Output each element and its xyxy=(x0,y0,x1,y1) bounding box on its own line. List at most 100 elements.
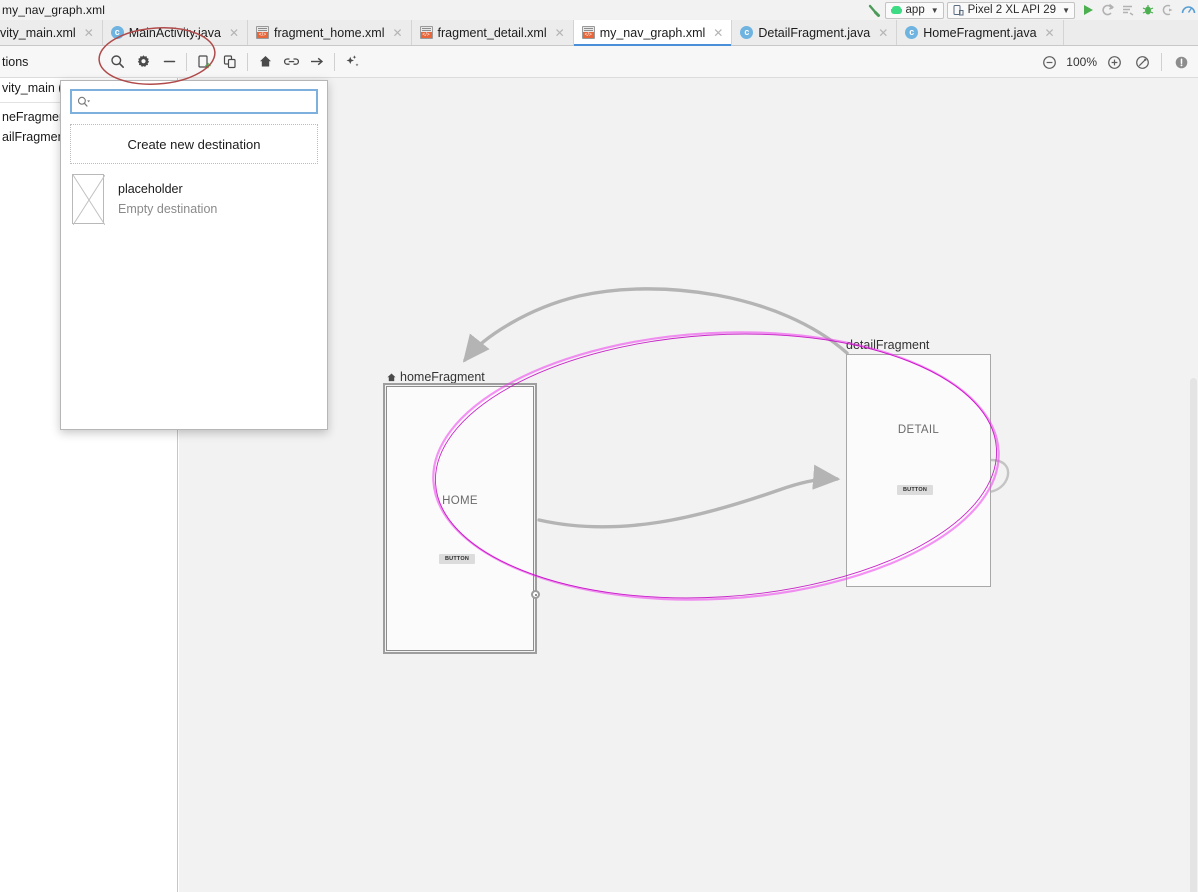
settings-button[interactable] xyxy=(130,49,156,75)
close-icon[interactable]: ✕ xyxy=(713,26,723,40)
run-configuration-selector[interactable]: app ▼ xyxy=(884,1,944,19)
tab-fragment-home-xml[interactable]: fragment_home.xml ✕ xyxy=(248,20,412,45)
toolbar-divider xyxy=(247,52,249,71)
build-hammer-icon[interactable] xyxy=(865,1,885,19)
node-button-widget: BUTTON xyxy=(439,554,476,564)
tab-label: fragment_detail.xml xyxy=(437,25,547,40)
chevron-down-icon: ▼ xyxy=(1062,5,1070,15)
destination-list-item[interactable]: placeholder Empty destination xyxy=(72,172,318,226)
zoom-in-icon xyxy=(1107,55,1121,69)
zoom-to-fit-icon xyxy=(1135,55,1149,69)
search-input[interactable] xyxy=(95,91,311,112)
zoom-out-icon xyxy=(1042,55,1056,69)
close-icon[interactable]: ✕ xyxy=(555,26,565,40)
device-selector[interactable]: Pixel 2 XL API 29 ▼ xyxy=(946,1,1075,19)
arrow-right-icon xyxy=(311,57,324,66)
tab-label: vity_main.xml xyxy=(0,25,76,40)
home-fragment-frame[interactable]: HOME BUTTON xyxy=(383,383,537,654)
new-destination-button[interactable] xyxy=(191,49,217,75)
editor-tab-bar: vity_main.xml ✕ c MainActivity.java ✕ fr… xyxy=(0,20,1198,46)
deeplink-button[interactable] xyxy=(304,49,330,75)
nav-graph-canvas[interactable]: homeFragment HOME BUTTON detailFragment … xyxy=(179,78,1198,892)
close-icon[interactable]: ✕ xyxy=(84,26,94,40)
auto-arrange-button[interactable] xyxy=(339,49,365,75)
attach-debugger-button[interactable] xyxy=(1158,1,1178,19)
tab-mainactivity-java[interactable]: c MainActivity.java ✕ xyxy=(102,20,249,45)
home-fragment-label-wrap: homeFragment xyxy=(386,370,485,384)
android-studio-window: my_nav_graph.xml app ▼ Pixel 2 XL API 29… xyxy=(0,0,1198,892)
android-icon xyxy=(890,6,902,14)
new-destination-icon xyxy=(198,54,212,68)
search-field[interactable] xyxy=(70,89,318,114)
node-center-text: DETAIL xyxy=(897,424,940,436)
profiler-button[interactable] xyxy=(1178,1,1198,19)
canvas-vertical-scrollbar[interactable] xyxy=(1188,378,1198,892)
apply-code-changes-button[interactable] xyxy=(1118,1,1138,19)
run-configuration-label: app xyxy=(905,4,925,16)
popup-search-wrap xyxy=(61,81,327,114)
home-fragment-right-anchor[interactable] xyxy=(531,590,540,599)
breadcrumb: my_nav_graph.xml xyxy=(2,3,105,17)
zoom-to-fit-button[interactable] xyxy=(1129,49,1155,75)
debug-button[interactable] xyxy=(1138,1,1158,19)
close-icon[interactable]: ✕ xyxy=(392,26,402,40)
search-dropdown-icon xyxy=(77,96,91,107)
tab-homefragment-java[interactable]: c HomeFragment.java ✕ xyxy=(897,20,1064,45)
tab-activity-main-xml[interactable]: vity_main.xml ✕ xyxy=(0,20,103,45)
tab-label: MainActivity.java xyxy=(128,25,221,40)
issues-button[interactable] xyxy=(1168,49,1194,75)
run-button[interactable] xyxy=(1078,1,1098,19)
destination-title: placeholder xyxy=(118,182,183,196)
node-center-text: HOME xyxy=(442,495,478,507)
home-fragment-node[interactable]: homeFragment HOME BUTTON xyxy=(383,370,540,654)
apply-changes-button[interactable] xyxy=(1098,1,1118,19)
destination-subtitle: Empty destination xyxy=(118,202,218,216)
close-icon[interactable]: ✕ xyxy=(1045,26,1055,40)
empty-destination-thumb xyxy=(72,174,105,225)
toolbar-divider xyxy=(1161,53,1162,71)
toolbar-divider xyxy=(186,52,188,71)
nested-graph-button[interactable] xyxy=(217,49,243,75)
node-label: homeFragment xyxy=(400,370,485,384)
create-new-destination-label: Create new destination xyxy=(127,136,261,152)
toolbar-divider xyxy=(334,52,336,71)
auto-arrange-icon xyxy=(346,55,359,67)
zoom-out-button[interactable] xyxy=(1036,49,1062,75)
tab-label: my_nav_graph.xml xyxy=(599,25,706,40)
chevron-down-icon: ▼ xyxy=(930,5,939,15)
device-label: Pixel 2 XL API 29 xyxy=(967,4,1057,16)
tab-fragment-detail-xml[interactable]: fragment_detail.xml ✕ xyxy=(411,20,574,45)
minus-icon xyxy=(163,60,176,63)
remove-button[interactable] xyxy=(156,49,182,75)
close-icon[interactable]: ✕ xyxy=(878,26,888,40)
nav-toolbar-label: tions xyxy=(2,54,29,69)
node-label: detailFragment xyxy=(846,338,930,352)
add-destination-popup[interactable]: Create new destination placeholder Empty… xyxy=(60,80,328,430)
home-icon xyxy=(387,372,396,381)
tab-label: HomeFragment.java xyxy=(923,25,1037,40)
create-new-destination-button[interactable]: Create new destination xyxy=(70,124,318,164)
scrollbar-thumb[interactable] xyxy=(1190,378,1197,892)
detail-fragment-frame[interactable]: DETAIL BUTTON xyxy=(846,354,991,587)
xml-layout-icon xyxy=(256,26,270,39)
edge-detail-to-home xyxy=(462,287,849,363)
java-class-icon: c xyxy=(740,26,754,39)
action-button[interactable] xyxy=(278,49,304,75)
tab-my-nav-graph-xml[interactable]: my_nav_graph.xml ✕ xyxy=(573,20,733,46)
search-icon xyxy=(111,55,124,68)
zoom-in-button[interactable] xyxy=(1101,49,1127,75)
detail-fragment-node[interactable]: detailFragment DETAIL BUTTON xyxy=(846,338,991,587)
nav-editor-toolbar: tions 100% xyxy=(0,46,1198,78)
link-icon xyxy=(283,58,299,65)
java-class-icon: c xyxy=(110,26,124,39)
tab-detailfragment-java[interactable]: c DetailFragment.java ✕ xyxy=(732,20,898,45)
device-icon xyxy=(953,4,964,15)
detail-fragment-label-wrap: detailFragment xyxy=(846,338,929,352)
tab-label: DetailFragment.java xyxy=(758,25,871,40)
start-destination-button[interactable] xyxy=(252,49,278,75)
close-icon[interactable]: ✕ xyxy=(229,26,239,40)
zoom-level-label: 100% xyxy=(1066,55,1097,69)
search-button[interactable] xyxy=(104,49,130,75)
issues-icon xyxy=(1175,56,1187,68)
gear-icon xyxy=(137,55,150,67)
